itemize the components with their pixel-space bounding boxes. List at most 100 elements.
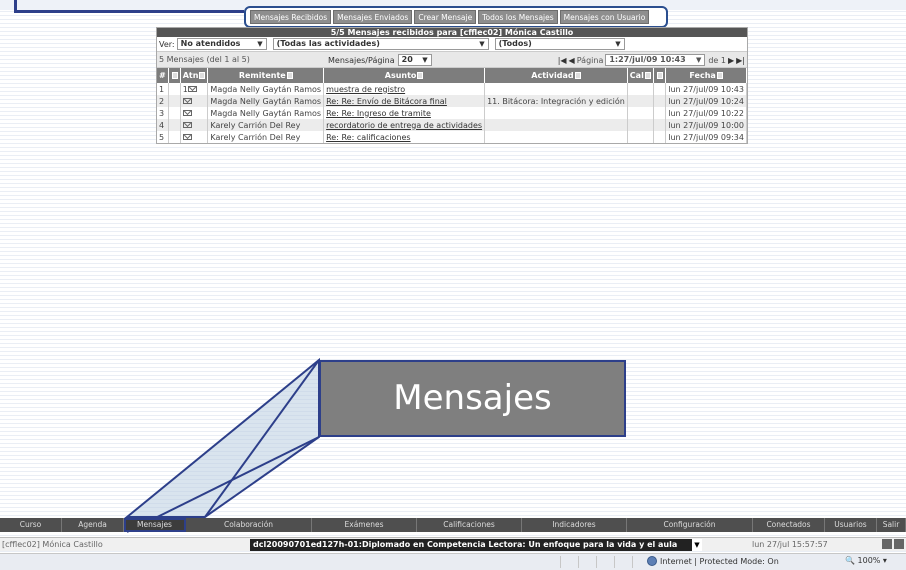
- first-page-icon[interactable]: |◀: [558, 56, 567, 65]
- row-atn: [180, 95, 209, 107]
- row-cal: [627, 107, 654, 119]
- status-datetime: lun 27/jul 15:57:57: [752, 540, 828, 549]
- mail-icon[interactable]: [882, 539, 892, 549]
- nav-conectados[interactable]: Conectados: [753, 518, 825, 532]
- nav-agenda[interactable]: Agenda: [62, 518, 124, 532]
- row-cal: [627, 83, 654, 95]
- nav-salir[interactable]: Salir: [877, 518, 906, 532]
- row-subject[interactable]: recordatorio de entrega de actividades: [323, 119, 486, 131]
- message-tabs: Mensajes Recibidos Mensajes Enviados Cre…: [244, 6, 668, 28]
- envelope-icon: [182, 98, 192, 104]
- chevron-down-icon: ▼: [695, 56, 702, 64]
- status-divider: [560, 556, 561, 568]
- row-subject[interactable]: Re: Re: calificaciones: [323, 131, 486, 143]
- panel-title: 5/5 Mensajes recibidos para [cfflec02] M…: [157, 28, 747, 37]
- sort-icon: [417, 72, 424, 79]
- row-comment: [653, 107, 667, 119]
- attach-cell: [168, 95, 181, 107]
- row-activity: [484, 107, 628, 119]
- tab-mensajes-con-usuario[interactable]: Mensajes con Usuario: [559, 10, 650, 24]
- nav-curso[interactable]: Curso: [0, 518, 62, 532]
- chevron-down-icon: ▼: [479, 40, 485, 48]
- globe-icon: [647, 556, 657, 566]
- row-cal: [627, 95, 654, 107]
- pagination-row: 5 Mensajes (del 1 al 5) Mensajes/Página …: [157, 52, 747, 68]
- table-row[interactable]: 4 Karely Carrión Del Rey recordatorio de e…: [157, 119, 747, 131]
- callout-line: [14, 10, 244, 13]
- sort-icon: [574, 72, 581, 79]
- table-row[interactable]: 2 Magda Nelly Gaytán Ramos Re: Re: Envío d…: [157, 95, 747, 107]
- row-comment: [653, 131, 667, 143]
- messages-panel: 5/5 Mensajes recibidos para [cfflec02] M…: [156, 27, 748, 144]
- tab-crear-mensaje[interactable]: Crear Mensaje: [414, 10, 477, 24]
- row-subject[interactable]: Re: Re: Envío de Bitácora final: [323, 95, 486, 107]
- page-of: de 1: [708, 55, 726, 65]
- col-atn[interactable]: Atn: [180, 68, 209, 83]
- row-comment: [653, 83, 667, 95]
- row-cal: [627, 131, 654, 143]
- chevron-down-icon: ▼: [422, 56, 428, 64]
- status-select[interactable]: No atendidos ▼: [176, 38, 267, 50]
- col-cal[interactable]: Cal: [627, 68, 654, 83]
- page-select[interactable]: 1:27/jul/09 10:43 ▼: [605, 54, 706, 66]
- sort-icon: [716, 72, 723, 79]
- row-number: 2: [157, 95, 169, 107]
- row-subject[interactable]: Re: Re: Ingreso de tramite: [323, 107, 486, 119]
- envelope-icon: [187, 86, 197, 92]
- row-atn: [180, 131, 209, 143]
- status-divider: [614, 556, 615, 568]
- row-subject[interactable]: muestra de registro: [323, 83, 486, 95]
- page-label: Página: [576, 55, 604, 65]
- col-comment[interactable]: [653, 68, 667, 83]
- nav-mensajes[interactable]: Mensajes: [124, 518, 186, 532]
- row-date: lun 27/jul/09 10:22: [665, 107, 747, 119]
- table-row[interactable]: 3 Magda Nelly Gaytán Ramos Re: Re: Ingreso…: [157, 107, 747, 119]
- last-page-icon[interactable]: ▶|: [736, 56, 745, 65]
- row-atn: [180, 119, 209, 131]
- col-fecha[interactable]: Fecha: [665, 68, 747, 83]
- nav-indicadores[interactable]: Indicadores: [522, 518, 627, 532]
- row-date: lun 27/jul/09 09:34: [665, 131, 747, 143]
- tab-mensajes-recibidos[interactable]: Mensajes Recibidos: [250, 10, 332, 24]
- filter-row: Ver: No atendidos ▼ (Todas las actividade…: [157, 37, 747, 52]
- col-number[interactable]: #: [157, 68, 169, 83]
- per-page-select[interactable]: 20 ▼: [397, 54, 432, 66]
- col-actividad[interactable]: Actividad: [484, 68, 628, 83]
- help-icon[interactable]: [894, 539, 904, 549]
- row-sender: Magda Nelly Gaytán Ramos: [207, 107, 325, 119]
- zoom-control[interactable]: 🔍 100% ▾: [845, 556, 887, 565]
- table-row[interactable]: 1 1 Magda Nelly Gaytán Ramos muestra de reg…: [157, 83, 747, 95]
- col-attach[interactable]: [168, 68, 181, 83]
- tab-mensajes-enviados[interactable]: Mensajes Enviados: [333, 10, 413, 24]
- nav-configuracion[interactable]: Configuración: [627, 518, 753, 532]
- nav-colaboracion[interactable]: Colaboración: [186, 518, 312, 532]
- col-asunto[interactable]: Asunto: [323, 68, 486, 83]
- status-bar: [cfflec02] Mónica Castillo dcl20090701ed…: [0, 537, 906, 551]
- nav-examenes[interactable]: Exámenes: [312, 518, 417, 532]
- status-divider: [632, 556, 633, 568]
- row-sender: Magda Nelly Gaytán Ramos: [207, 83, 325, 95]
- callout-label: Mensajes: [319, 360, 626, 437]
- next-page-icon[interactable]: ▶: [728, 56, 734, 65]
- chevron-down-icon: ▼: [692, 538, 702, 551]
- nav-calificaciones[interactable]: Calificaciones: [417, 518, 522, 532]
- row-number: 5: [157, 131, 169, 143]
- status-divider: [596, 556, 597, 568]
- course-select[interactable]: dcl20090701ed127h-01:Diplomado en Compet…: [250, 538, 702, 551]
- messages-table: # Atn Remitente Asunto Actividad Cal Fec…: [157, 68, 747, 143]
- table-row[interactable]: 5 Karely Carrión Del Rey Re: Re: calificac…: [157, 131, 747, 143]
- sort-icon: [199, 72, 206, 79]
- chevron-down-icon: ▼: [257, 40, 263, 48]
- activity-select[interactable]: (Todas las actividades) ▼: [272, 38, 489, 50]
- row-number: 4: [157, 119, 169, 131]
- attach-cell: [168, 83, 181, 95]
- envelope-icon: [182, 122, 192, 128]
- nav-usuarios[interactable]: Usuarios: [825, 518, 877, 532]
- row-date: lun 27/jul/09 10:43: [665, 83, 747, 95]
- row-date: lun 27/jul/09 10:00: [665, 119, 747, 131]
- all-select[interactable]: (Todos) ▼: [494, 38, 625, 50]
- col-remitente[interactable]: Remitente: [207, 68, 325, 83]
- sort-icon: [644, 72, 651, 79]
- prev-page-icon[interactable]: ◀: [569, 56, 575, 65]
- tab-todos-los-mensajes[interactable]: Todos los Mensajes: [478, 10, 558, 24]
